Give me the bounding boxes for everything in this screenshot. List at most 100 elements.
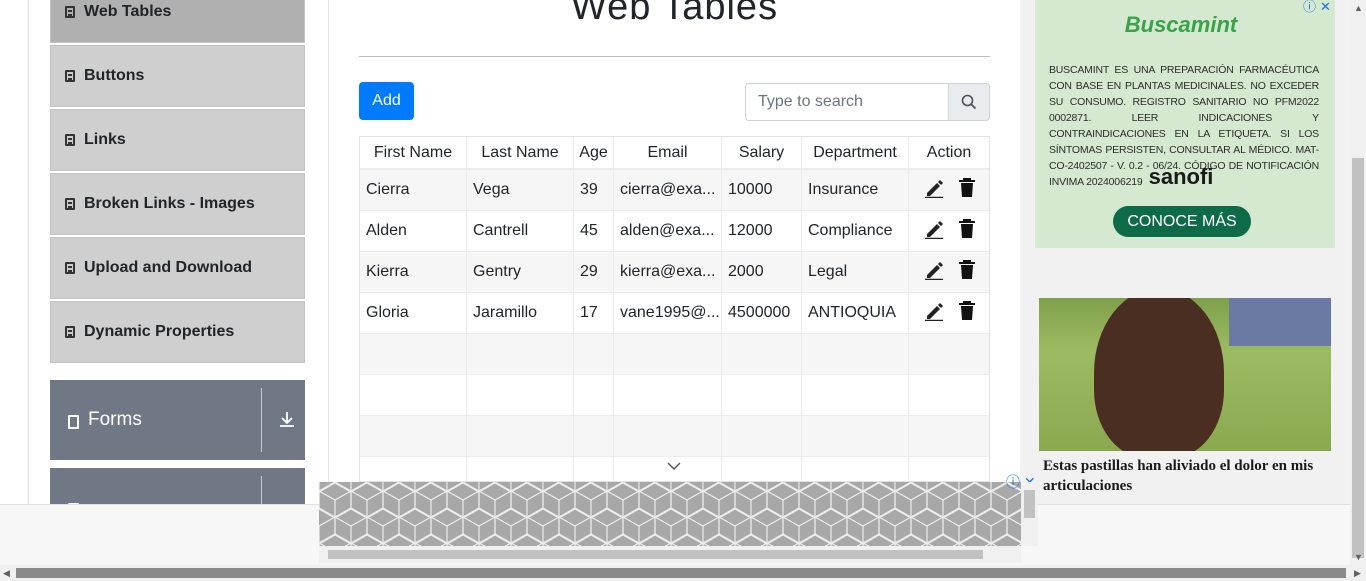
table-cell <box>909 375 989 415</box>
action-cell <box>909 252 989 292</box>
search-icon[interactable] <box>949 83 990 121</box>
column-header[interactable]: Salary <box>722 137 802 168</box>
group-header-separator <box>261 388 262 452</box>
scrollbar-thumb[interactable] <box>328 550 983 559</box>
scrollbar-thumb[interactable] <box>16 568 1346 578</box>
column-header[interactable]: Last Name <box>467 137 574 168</box>
table-cell: 39 <box>574 170 614 210</box>
sidebar-item-label: Dynamic Properties <box>84 323 235 340</box>
list-icon <box>65 198 75 210</box>
search-box <box>745 83 990 121</box>
title-divider <box>359 56 990 57</box>
column-header[interactable]: Email <box>614 137 722 168</box>
table-cell: 2000 <box>722 252 802 292</box>
list-icon <box>65 326 75 338</box>
table-cell: Gloria <box>360 293 467 333</box>
overlay-vertical-scrollbar[interactable] <box>1021 482 1038 546</box>
table-cell <box>909 334 989 374</box>
scroll-left-arrow-icon[interactable]: ◀ <box>3 568 10 578</box>
ad-close-icon[interactable]: ✕ <box>1320 0 1331 14</box>
column-header[interactable]: Action <box>909 137 989 168</box>
table-cell <box>467 457 574 481</box>
table-cell: 12000 <box>722 211 802 251</box>
search-input[interactable] <box>745 83 949 121</box>
ad-cta-button[interactable]: CONOCE MÁS <box>1113 206 1251 237</box>
table-body: Cierra Vega 39 cierra@exa... 10000 Insurance A… <box>360 170 989 481</box>
table-cell: Cierra <box>360 170 467 210</box>
scrollbar-thumb[interactable] <box>1024 490 1035 518</box>
table-cell <box>574 334 614 374</box>
scrollbar-thumb[interactable] <box>1352 158 1364 558</box>
table-cell <box>360 416 467 456</box>
sidebar-item-label: Broken Links - Images <box>84 195 255 212</box>
table-cell: vane1995@... <box>614 293 722 333</box>
page-title: Web Tables <box>570 0 779 28</box>
web-table: First Name Last Name Age Email Salary De… <box>359 136 990 482</box>
sidebar-item-label: Buttons <box>84 67 145 84</box>
table-cell: cierra@exa... <box>614 170 722 210</box>
table-cell: 10000 <box>722 170 802 210</box>
overlay-horizontal-scrollbar[interactable] <box>319 546 1021 563</box>
table-cell <box>574 457 614 481</box>
ad-caption[interactable]: Estas pastillas han aliviado el dolor en… <box>1043 456 1323 496</box>
table-cell: 17 <box>574 293 614 333</box>
chevron-down-icon[interactable] <box>666 458 682 476</box>
delete-icon[interactable] <box>958 300 976 326</box>
table-cell: ANTIOQUIA <box>802 293 909 333</box>
table-cell <box>360 375 467 415</box>
table-row-empty <box>360 334 989 375</box>
edit-icon[interactable] <box>924 301 944 326</box>
table-cell: 45 <box>574 211 614 251</box>
sidebar-item-buttons[interactable]: Buttons <box>50 45 305 107</box>
edit-icon[interactable] <box>924 260 944 285</box>
sidebar-item-broken-links[interactable]: Broken Links - Images <box>50 173 305 235</box>
edit-icon[interactable] <box>924 219 944 244</box>
table-cell: Jaramillo <box>467 293 574 333</box>
sidebar-divider <box>328 0 329 504</box>
ad-info-icon[interactable]: ⓘ <box>1303 0 1316 14</box>
table-row-empty <box>360 416 989 457</box>
ad-sponsor-logo: sanofi <box>1148 164 1214 189</box>
column-header[interactable]: First Name <box>360 137 467 168</box>
column-header[interactable]: Age <box>574 137 614 168</box>
ad-banner-buscamint[interactable]: Buscamint BUSCAMINT ES UNA PREPARACIÓN F… <box>1035 0 1335 248</box>
table-cell <box>614 334 722 374</box>
group-header-forms[interactable]: Forms <box>50 380 305 460</box>
window-vertical-scrollbar[interactable]: ▲ ▼ <box>1350 0 1366 565</box>
add-button[interactable]: Add <box>359 82 414 120</box>
page-gutter-line <box>28 0 29 504</box>
list-icon <box>65 134 75 146</box>
table-cell: Gentry <box>467 252 574 292</box>
sidebar-item-web-tables[interactable]: Web Tables <box>50 0 305 43</box>
ad-info-icon[interactable]: ⓘ <box>1006 474 1020 490</box>
table-row-empty <box>360 375 989 416</box>
sidebar-item-label: Web Tables <box>84 3 172 20</box>
table-cell <box>614 416 722 456</box>
download-arrow-icon[interactable] <box>278 410 296 432</box>
sidebar-item-upload-download[interactable]: Upload and Download <box>50 237 305 299</box>
document-icon <box>68 414 79 429</box>
scroll-up-arrow-icon[interactable]: ▲ <box>1354 3 1363 13</box>
table-cell: 4500000 <box>722 293 802 333</box>
table-row: Gloria Jaramillo 17 vane1995@... 4500000 ANTI… <box>360 293 989 334</box>
scroll-down-arrow-icon[interactable]: ▼ <box>1354 552 1363 562</box>
table-cell <box>614 375 722 415</box>
table-cell: Legal <box>802 252 909 292</box>
table-cell: Alden <box>360 211 467 251</box>
sidebar-item-links[interactable]: Links <box>50 109 305 171</box>
window-horizontal-scrollbar[interactable]: ◀ ▶ <box>0 565 1366 581</box>
delete-icon[interactable] <box>958 218 976 244</box>
table-cell <box>802 334 909 374</box>
ad-image-knee[interactable] <box>1039 298 1331 451</box>
scroll-right-arrow-icon[interactable]: ▶ <box>1354 568 1361 578</box>
column-header[interactable]: Department <box>802 137 909 168</box>
list-icon <box>65 70 75 82</box>
sidebar-item-dynamic-properties[interactable]: Dynamic Properties <box>50 301 305 363</box>
delete-icon[interactable] <box>958 177 976 203</box>
edit-icon[interactable] <box>924 178 944 203</box>
bottom-overlay-ad[interactable] <box>319 482 1021 546</box>
delete-icon[interactable] <box>958 259 976 285</box>
table-header-row: First Name Last Name Age Email Salary De… <box>360 137 989 170</box>
action-cell <box>909 211 989 251</box>
ad-brand: Buscamint <box>1124 12 1238 37</box>
